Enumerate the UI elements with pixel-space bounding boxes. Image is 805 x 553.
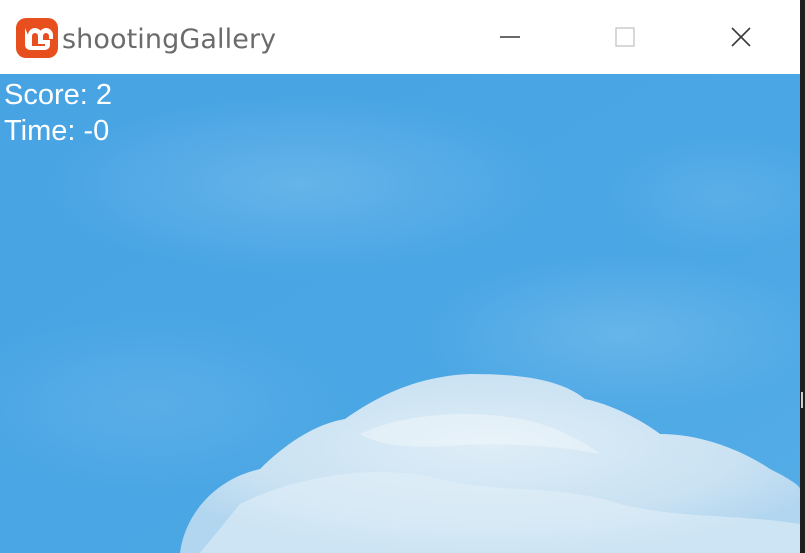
monogame-logo-icon xyxy=(16,18,58,58)
close-icon xyxy=(731,27,751,47)
maximize-button[interactable] xyxy=(590,0,660,74)
time-label: Time: -0 xyxy=(4,115,110,147)
score-label: Score: 2 xyxy=(4,79,112,111)
minimize-icon xyxy=(500,36,520,38)
game-window: shootingGallery Score: 2 Time: -0 xyxy=(0,0,800,553)
title-bar[interactable]: shootingGallery xyxy=(0,0,800,74)
close-button[interactable] xyxy=(706,0,776,74)
sky-background xyxy=(0,74,800,553)
game-canvas[interactable]: Score: 2 Time: -0 xyxy=(0,74,800,553)
resize-handle[interactable] xyxy=(801,392,803,408)
window-title: shootingGallery xyxy=(62,24,277,55)
window-border xyxy=(800,0,805,553)
maximize-icon xyxy=(615,27,635,47)
minimize-button[interactable] xyxy=(475,0,545,74)
